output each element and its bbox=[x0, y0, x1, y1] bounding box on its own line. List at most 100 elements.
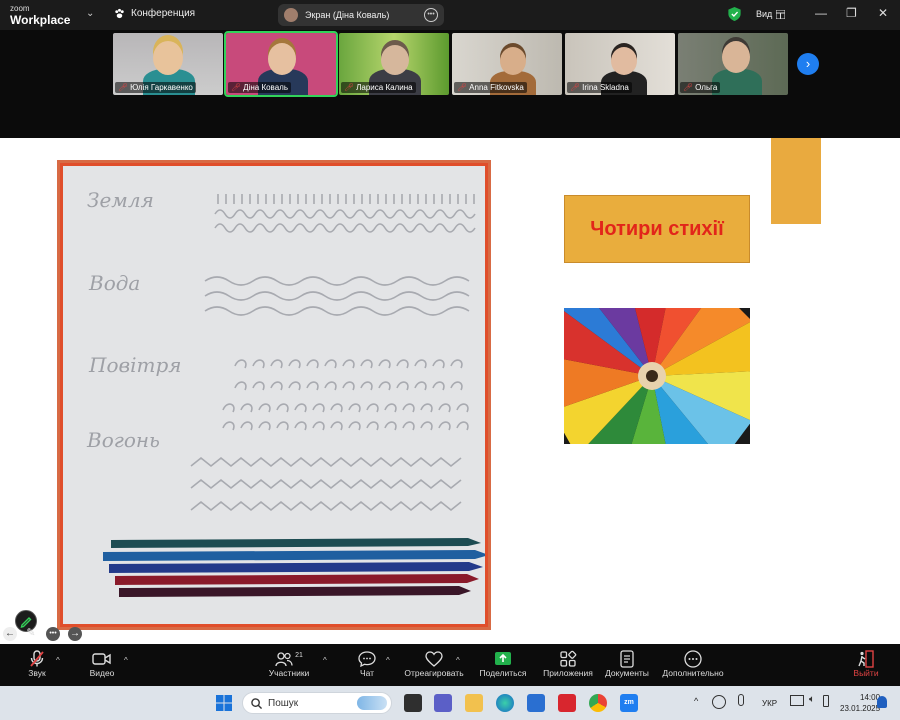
muted-mic-icon: 🎤︎ bbox=[231, 83, 242, 92]
participant-name: 🎤︎ Діна Коваль bbox=[228, 82, 291, 93]
audio-label: Звук bbox=[28, 668, 46, 678]
more-button[interactable]: Дополнительно bbox=[660, 650, 726, 678]
apps-label: Приложения bbox=[543, 668, 593, 678]
taskbar-search[interactable]: Пошук bbox=[242, 692, 392, 714]
windows-start-icon[interactable] bbox=[216, 695, 232, 711]
restore-icon[interactable]: ❐ bbox=[846, 6, 857, 20]
chat-button[interactable]: Чат bbox=[355, 650, 379, 678]
onedrive-icon[interactable] bbox=[712, 695, 726, 709]
video-tile[interactable]: 🎤︎ Юлія Гаркавенко bbox=[113, 33, 223, 95]
chevron-up-icon[interactable]: ^ bbox=[694, 696, 698, 706]
chevron-down-icon[interactable]: ⌄ bbox=[86, 8, 94, 19]
search-placeholder: Пошук bbox=[268, 697, 299, 709]
muted-mic-icon: 🎤︎ bbox=[570, 83, 581, 92]
participant-name: 🎤︎ Ольга bbox=[680, 82, 721, 93]
chevron-up-icon[interactable]: ^ bbox=[56, 656, 60, 665]
worksheet-photo: Земля Вода Повітря Вогонь bbox=[57, 160, 491, 630]
muted-mic-icon: 🎤︎ bbox=[683, 83, 694, 92]
pencil-icon[interactable]: ✎ bbox=[24, 627, 38, 641]
participant-name: 🎤︎ Юлія Гаркавенко bbox=[115, 82, 196, 93]
chevron-up-icon[interactable]: ^ bbox=[323, 656, 327, 665]
video-button[interactable]: Видео bbox=[86, 650, 118, 678]
app-icon[interactable] bbox=[558, 694, 576, 712]
meeting-toolbar: Звук ^ Видео ^ 21 Участники ^ Чат ^ Отре… bbox=[0, 644, 900, 686]
leave-label: Выйти bbox=[853, 668, 879, 678]
notification-bell-icon[interactable] bbox=[877, 696, 887, 708]
more-options-icon[interactable]: ••• bbox=[424, 8, 438, 22]
title-bar: zoom Workplace ⌄ Конференция Экран (Діна… bbox=[0, 0, 900, 30]
video-tile[interactable]: 🎤︎ Ольга bbox=[678, 33, 788, 95]
participants-label: Участники bbox=[268, 668, 310, 678]
muted-mic-icon: 🎤︎ bbox=[118, 83, 129, 92]
zoom-logo[interactable]: zoom Workplace bbox=[10, 4, 70, 26]
windows-taskbar: Пошук zm ^ УКР 🔈︎ 14:00 23.01.2025 bbox=[0, 686, 900, 720]
view-label: Вид bbox=[756, 9, 773, 19]
apps-button[interactable]: Приложения bbox=[540, 650, 596, 678]
participant-face bbox=[153, 41, 183, 75]
video-tile[interactable]: 🎤︎ Лариса Калина bbox=[339, 33, 449, 95]
volume-icon[interactable]: 🔈︎ bbox=[809, 694, 815, 705]
participant-count: 21 bbox=[295, 651, 303, 659]
more-icon[interactable]: ••• bbox=[46, 627, 60, 641]
chevron-right-icon: › bbox=[805, 56, 811, 71]
participant-face bbox=[381, 45, 409, 75]
network-icon[interactable] bbox=[790, 695, 804, 706]
date: 23.01.2025 bbox=[840, 704, 881, 713]
react-label: Отреагировать bbox=[404, 668, 464, 678]
participant-strip: 🎤︎ Юлія Гаркавенко 🎤︎ Діна Коваль 🎤︎ Лариса… bbox=[0, 30, 900, 138]
zoom-app-icon[interactable]: zm bbox=[620, 694, 638, 712]
forward-arrow-icon[interactable]: → bbox=[68, 627, 82, 641]
muted-mic-icon: 🎤︎ bbox=[457, 83, 468, 92]
participants-button[interactable]: 21 Участники bbox=[266, 650, 312, 679]
grid-icon bbox=[776, 9, 786, 19]
edge-icon[interactable] bbox=[496, 694, 514, 712]
language-indicator[interactable]: УКР bbox=[762, 699, 777, 708]
battery-icon[interactable] bbox=[823, 695, 829, 707]
time: 14:00 bbox=[860, 693, 881, 702]
search-icon bbox=[251, 697, 262, 709]
screen-share-indicator[interactable]: Экран (Діна Коваль) ••• bbox=[278, 4, 444, 26]
chat-label: Чат bbox=[359, 668, 375, 678]
encryption-shield-icon[interactable] bbox=[728, 7, 741, 21]
share-label: Экран (Діна Коваль) bbox=[305, 10, 390, 20]
store-icon[interactable] bbox=[527, 694, 545, 712]
close-icon[interactable]: ✕ bbox=[878, 6, 888, 20]
presenter-avatar bbox=[284, 8, 298, 22]
video-camera-icon bbox=[92, 653, 111, 665]
worksheet-paper: Земля Вода Повітря Вогонь bbox=[63, 166, 485, 624]
share-label: Поделиться bbox=[479, 668, 527, 678]
chevron-up-icon[interactable]: ^ bbox=[456, 656, 460, 665]
audio-button[interactable]: Звук bbox=[22, 650, 52, 678]
file-explorer-icon[interactable] bbox=[465, 694, 483, 712]
view-button[interactable]: Вид bbox=[756, 9, 786, 19]
chrome-icon[interactable] bbox=[589, 694, 607, 712]
more-label: Дополнительно bbox=[662, 668, 724, 678]
more-icon bbox=[684, 650, 702, 668]
video-tile[interactable]: 🎤︎ Irina Skladna bbox=[565, 33, 675, 95]
leave-button[interactable]: Выйти bbox=[850, 650, 882, 678]
microphone-icon[interactable] bbox=[738, 694, 744, 706]
video-tile[interactable]: 🎤︎ Anna Fitkovska bbox=[452, 33, 562, 95]
participant-face bbox=[268, 43, 296, 75]
next-page-button[interactable]: › bbox=[797, 53, 819, 75]
leave-door-icon bbox=[858, 650, 874, 668]
chevron-up-icon[interactable]: ^ bbox=[124, 656, 128, 665]
minimize-icon[interactable]: — bbox=[815, 6, 827, 20]
share-button[interactable]: Поделиться bbox=[478, 650, 528, 678]
taskbar-clock[interactable]: 14:00 23.01.2025 bbox=[840, 692, 880, 714]
pencils-in-photo bbox=[103, 538, 485, 597]
logo-bottom: Workplace bbox=[10, 13, 71, 27]
apps-icon bbox=[560, 650, 577, 667]
teams-chat-icon[interactable] bbox=[434, 694, 452, 712]
meeting-info-button[interactable]: Конференция bbox=[114, 8, 195, 19]
participant-face bbox=[500, 47, 526, 75]
docs-button[interactable]: Документы bbox=[603, 650, 651, 678]
back-arrow-icon[interactable]: ← bbox=[3, 627, 17, 641]
task-view-icon[interactable] bbox=[404, 694, 422, 712]
muted-mic-icon: 🎤︎ bbox=[344, 83, 355, 92]
muted-mic-icon bbox=[30, 650, 44, 667]
docs-label: Документы bbox=[605, 668, 649, 678]
document-icon bbox=[620, 650, 634, 668]
video-tile-active-speaker[interactable]: 🎤︎ Діна Коваль bbox=[224, 31, 338, 97]
chevron-up-icon[interactable]: ^ bbox=[386, 656, 390, 665]
